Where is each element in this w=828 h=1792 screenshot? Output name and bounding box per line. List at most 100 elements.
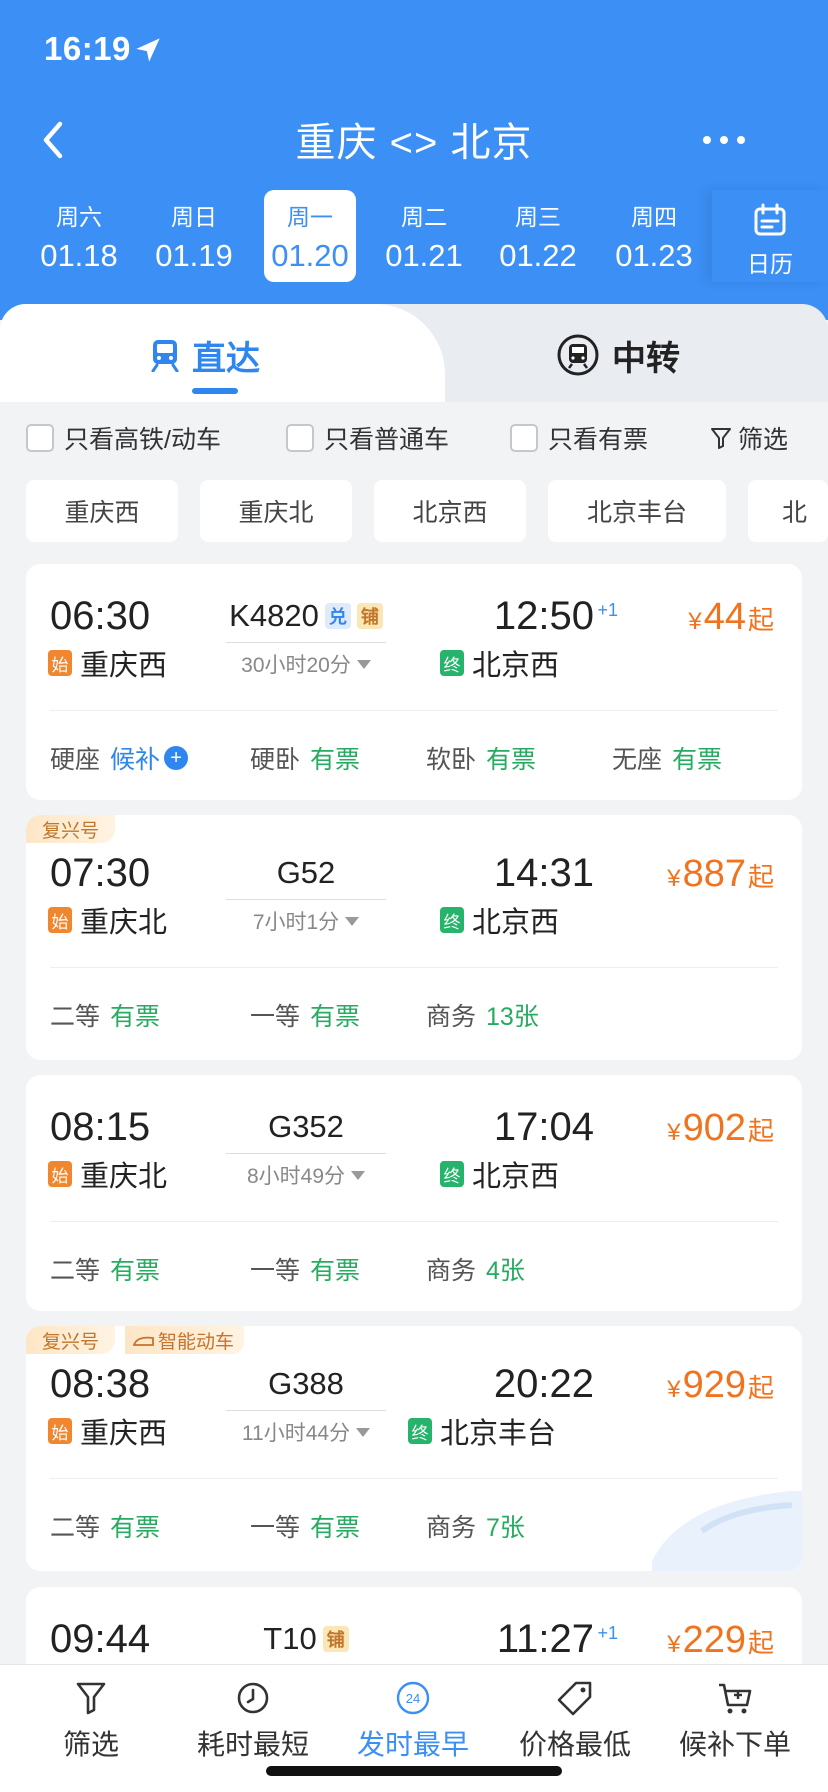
train-card[interactable]: 06:30 K4820 兑铺 30小时20分 12:50 +1 ¥44 起始重庆西 终北京西 硬座…: [26, 564, 802, 800]
train-card[interactable]: 复兴号 智能动车 08:38 G388 11小时44分 20:22 ¥929 起始重庆西 终北京…: [26, 1326, 802, 1571]
filter-link-label: 筛选: [738, 426, 789, 454]
more-dot-icon: [703, 136, 711, 144]
date-item[interactable]: 周四 01.23: [608, 190, 700, 282]
tab-transfer[interactable]: 中转: [556, 330, 680, 380]
seat-type: 商务: [426, 1257, 477, 1285]
seat-status: 有票: [310, 1514, 361, 1542]
tab-transfer-label: 中转: [612, 339, 680, 378]
station-chip[interactable]: 重庆西: [26, 480, 178, 542]
tab-underline: [192, 388, 238, 394]
dropdown-triangle-icon: [356, 659, 371, 669]
seat-availability: 商务 7张: [426, 1508, 525, 1544]
seat-type: 一等: [250, 1257, 301, 1285]
cart-icon: [660, 1679, 810, 1717]
price: ¥229 起: [667, 1619, 774, 1662]
add-waitlist-icon[interactable]: +: [164, 746, 189, 770]
departure-station-label: 重庆北: [80, 1161, 168, 1193]
station-chip[interactable]: 北: [748, 480, 828, 542]
end-badge: 终: [440, 907, 464, 933]
date-weekday: 周日: [171, 204, 217, 230]
date-item[interactable]: 周一 01.20: [264, 190, 356, 282]
train-number-label: G52: [276, 855, 336, 890]
24h-icon-text: 24: [406, 1691, 420, 1706]
next-day-indicator: +1: [597, 600, 618, 620]
calendar-button[interactable]: 日历: [712, 190, 828, 282]
arrival-time: 11:27: [496, 1617, 594, 1661]
train-icon: [151, 340, 179, 372]
seat-status: 候补: [110, 746, 161, 774]
filter-available[interactable]: 只看有票: [510, 420, 648, 456]
start-badge: 始: [48, 1161, 72, 1187]
bottom-tab-label: 筛选: [62, 1729, 119, 1760]
arrival-station: 终北京西: [440, 899, 559, 941]
price-suffix: 起: [747, 862, 774, 892]
seat-type: 商务: [426, 1514, 477, 1542]
tab-direct-label: 直达: [192, 339, 260, 378]
date-value: 01.18: [40, 238, 118, 273]
more-button[interactable]: [694, 124, 754, 156]
bottom-tab-item[interactable]: 耗时最短: [178, 1679, 328, 1763]
filter-normal[interactable]: 只看普通车: [286, 420, 449, 456]
filter-link[interactable]: 筛选: [710, 420, 788, 456]
seat-status: 有票: [110, 1514, 161, 1542]
seat-status: 有票: [110, 1257, 161, 1285]
bottom-tab-label: 发时最早: [356, 1729, 469, 1760]
dropdown-triangle-icon: [351, 1170, 366, 1180]
departure-station: 始重庆北: [48, 899, 167, 941]
date-value: 01.20: [271, 238, 349, 273]
departure-station-label: 重庆北: [80, 907, 168, 939]
seat-type: 软卧: [426, 746, 477, 774]
status-time: 16:19: [44, 30, 131, 67]
seat-status: 7张: [486, 1514, 525, 1542]
arrival-station: 终北京西: [440, 642, 559, 684]
train-tags: 复兴号: [26, 815, 116, 843]
date-item[interactable]: 周六 01.18: [33, 190, 125, 282]
train-number: G52: [206, 855, 406, 891]
duration-label: 8小时49分: [246, 1165, 346, 1188]
price-currency: ¥: [667, 1631, 681, 1658]
price-value: 902: [682, 1107, 746, 1149]
arrival-time: 20:22: [493, 1362, 594, 1406]
date-item[interactable]: 周二 01.21: [378, 190, 470, 282]
price-suffix: 起: [747, 1628, 774, 1658]
dropdown-triangle-icon: [356, 1427, 371, 1437]
price-suffix: 起: [747, 1373, 774, 1403]
station-chip[interactable]: 北京丰台: [548, 480, 726, 542]
filter-high-speed[interactable]: 只看高铁/动车: [26, 420, 221, 456]
date-weekday: 周三: [515, 204, 561, 230]
date-item[interactable]: 周三 01.22: [492, 190, 584, 282]
duration-toggle[interactable]: 11小时44分: [226, 1410, 386, 1447]
duration-toggle[interactable]: 7小时1分: [226, 899, 386, 936]
duration-toggle[interactable]: 30小时20分: [226, 642, 386, 679]
tab-direct[interactable]: 直达: [150, 330, 260, 380]
bottom-tab-item[interactable]: 24 发时最早: [338, 1679, 488, 1763]
price-tag-icon: [500, 1679, 650, 1717]
date-strip: 周六 01.18 周日 01.19 周一 01.20 周二 01.21 周三 01.22 周四 01.…: [0, 190, 828, 282]
departure-station-label: 重庆西: [80, 650, 168, 682]
start-badge: 始: [48, 650, 72, 676]
date-value: 01.21: [385, 238, 463, 273]
station-chip[interactable]: 北京西: [374, 480, 526, 542]
24h-icon: 24: [338, 1679, 488, 1717]
price-value: 887: [682, 853, 746, 895]
date-weekday: 周二: [401, 204, 447, 230]
arrival-time: 17:04: [493, 1105, 594, 1149]
bottom-tab-item[interactable]: 筛选: [16, 1679, 166, 1763]
checkbox-icon: [286, 424, 314, 452]
bottom-tab-item[interactable]: 候补下单: [660, 1679, 810, 1763]
bottom-tab-item[interactable]: 价格最低: [500, 1679, 650, 1763]
train-tag-label: 复兴号: [42, 820, 100, 842]
train-card[interactable]: 08:15 G352 8小时49分 17:04 ¥902 起始重庆北终北京西 二等 有票 一等有…: [26, 1075, 802, 1311]
duration-toggle[interactable]: 8小时49分: [226, 1153, 386, 1190]
train-number: T10 铺: [206, 1621, 406, 1657]
train-card[interactable]: 复兴号 07:30 G52 7小时1分 14:31 ¥887 起始重庆北终北京西 二等 有票 一等…: [26, 815, 802, 1060]
date-weekday: 周六: [56, 204, 102, 230]
dropdown-triangle-icon: [345, 916, 360, 926]
train-number: K4820 兑铺: [206, 598, 406, 634]
seat-type: 二等: [50, 1257, 101, 1285]
station-chip[interactable]: 重庆北: [200, 480, 352, 542]
duration-label: 30小时20分: [241, 654, 351, 677]
date-item[interactable]: 周日 01.19: [148, 190, 240, 282]
seat-availability: 二等 有票: [50, 1508, 160, 1544]
filter-available-label: 只看有票: [548, 426, 649, 454]
